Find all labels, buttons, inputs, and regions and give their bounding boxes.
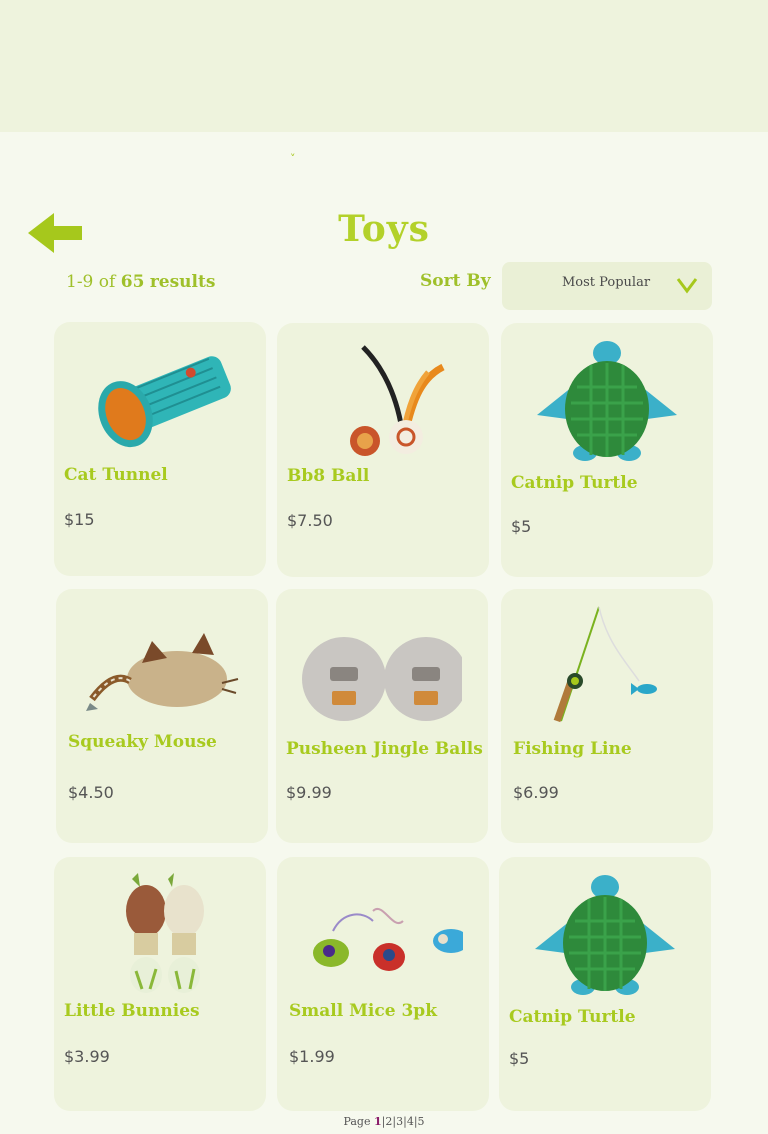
product-price: $5 <box>511 517 532 536</box>
small-mice-image <box>313 907 463 971</box>
results-range: 1-9 <box>66 272 94 292</box>
product-price: $6.99 <box>513 783 559 802</box>
product-price: $3.99 <box>64 1047 110 1066</box>
catnip-turtle-image <box>537 341 677 461</box>
product-name[interactable]: Bb8 Ball <box>287 466 485 486</box>
page-title: Toys <box>338 208 430 250</box>
header-banner <box>0 0 768 132</box>
pagination-label: Page <box>343 1115 371 1128</box>
chevron-down-icon <box>676 278 698 294</box>
product-card[interactable]: Fishing Line $6.99 <box>501 589 713 843</box>
product-name[interactable]: Pusheen Jingle Balls <box>286 739 484 759</box>
product-card[interactable]: Little Bunnies $3.99 <box>54 857 266 1111</box>
product-name[interactable]: Catnip Turtle <box>509 1007 707 1027</box>
product-price: $5 <box>509 1049 530 1068</box>
pagination: Page 1|2|3|4|5 <box>343 1115 425 1128</box>
product-price: $1.99 <box>289 1047 335 1066</box>
product-name[interactable]: Cat Tunnel <box>64 465 262 485</box>
results-of: of <box>98 272 116 292</box>
product-price: $7.50 <box>287 511 333 530</box>
cat-tunnel-image <box>98 356 231 448</box>
nav-dropdown-caret[interactable]: ˅ <box>290 152 302 166</box>
product-name[interactable]: Fishing Line <box>513 739 711 759</box>
product-price: $9.99 <box>286 783 332 802</box>
product-card[interactable]: Small Mice 3pk $1.99 <box>277 857 489 1111</box>
pusheen-jingle-balls-image <box>302 637 462 721</box>
pagination-page-4[interactable]: 4 <box>407 1115 414 1128</box>
sort-label: Sort By <box>420 271 491 291</box>
pagination-current: 1 <box>374 1115 382 1128</box>
sort-selected-value: Most Popular <box>562 275 651 290</box>
results-total: 65 <box>120 272 145 292</box>
product-card[interactable]: Pusheen Jingle Balls $9.99 <box>276 589 488 843</box>
results-count: 1-9 of 65 results <box>66 272 215 292</box>
product-card[interactable]: Squeaky Mouse $4.50 <box>56 589 268 843</box>
product-card[interactable]: Catnip Turtle $5 <box>501 323 713 577</box>
product-card[interactable]: Bb8 Ball $7.50 <box>277 323 489 577</box>
sort-dropdown[interactable]: Most Popular <box>502 262 712 310</box>
product-price: $15 <box>64 510 95 529</box>
squeaky-mouse-image <box>86 633 239 711</box>
product-name[interactable]: Catnip Turtle <box>511 473 709 493</box>
fishing-line-image <box>553 606 657 723</box>
pagination-page-5[interactable]: 5 <box>418 1115 425 1128</box>
bb8-ball-image <box>350 345 445 456</box>
product-name[interactable]: Squeaky Mouse <box>68 732 266 752</box>
catnip-turtle-image <box>535 875 675 995</box>
little-bunnies-image <box>126 873 204 993</box>
product-name[interactable]: Small Mice 3pk <box>289 1001 487 1021</box>
product-price: $4.50 <box>68 783 114 802</box>
results-label: results <box>149 272 216 292</box>
product-card[interactable]: Cat Tunnel $15 <box>54 322 266 576</box>
product-card[interactable]: Catnip Turtle $5 <box>499 857 711 1111</box>
product-name[interactable]: Little Bunnies <box>64 1001 262 1021</box>
